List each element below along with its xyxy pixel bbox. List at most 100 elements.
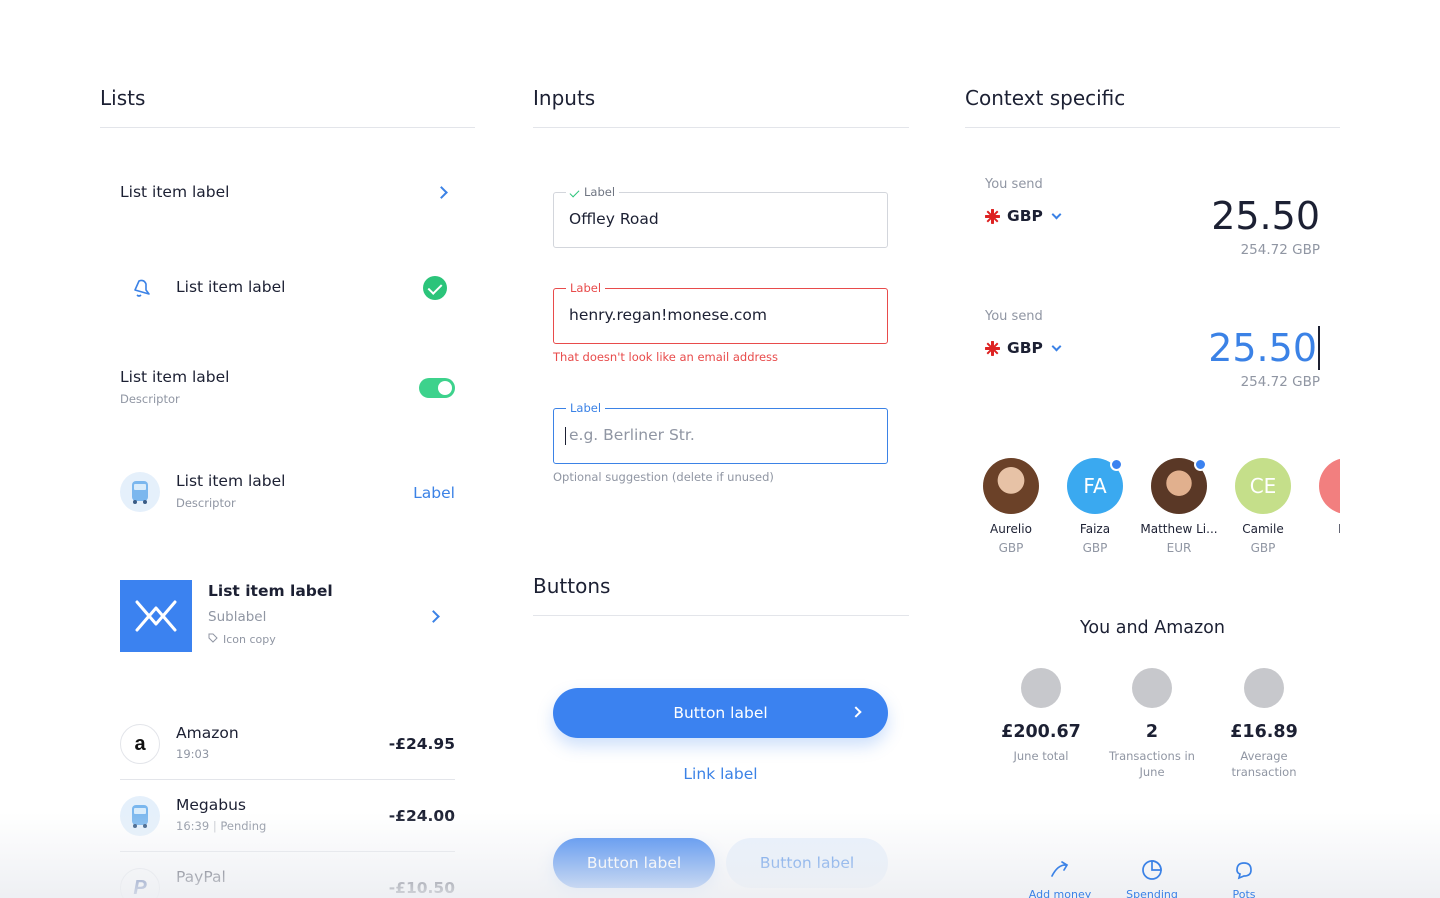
contact-item[interactable]: Aurelio GBP: [969, 458, 1053, 555]
contact-item[interactable]: CE Camile GBP: [1221, 458, 1305, 555]
contact-currency: EUR: [1166, 541, 1192, 555]
transaction-divider: [120, 851, 455, 852]
street-field[interactable]: Label e.g. Berliner Str.: [553, 401, 888, 464]
transaction-status: Pending: [220, 819, 267, 833]
transaction-amount: -£24.00: [388, 807, 455, 825]
nav-pots[interactable]: Pots: [1204, 860, 1284, 898]
contact-currency: C: [1305, 541, 1340, 555]
chevron-right-icon: [850, 706, 862, 718]
add-money-icon: [1051, 861, 1069, 877]
send-label: You send: [985, 309, 1043, 324]
list-item-label: List item label: [208, 582, 333, 600]
avatar: FA: [1067, 458, 1123, 514]
contact-name: Matthew Li...: [1140, 522, 1218, 536]
uk-flag-icon: [985, 208, 1000, 224]
list-item-action-link[interactable]: Label: [413, 484, 455, 502]
list-item-label: List item label: [120, 368, 230, 386]
list-item-rich[interactable]: List item label Sublabel Icon copy: [120, 580, 455, 652]
address-field-label: Label: [584, 185, 616, 199]
street-field-helper: Optional suggestion (delete if unused): [553, 470, 774, 484]
icon-copy-text: Icon copy: [223, 633, 276, 646]
spending-icon: [1142, 860, 1162, 880]
currency-selector[interactable]: GBP: [985, 339, 1062, 357]
street-field-label: Label: [566, 401, 606, 415]
monese-logo-icon: [120, 580, 192, 652]
buttons-title: Buttons: [533, 574, 611, 598]
list-item-checked[interactable]: List item label: [120, 276, 455, 302]
stat-average: £16.89 Average transaction: [1214, 668, 1314, 780]
transaction-amount: -£24.95: [388, 735, 455, 753]
stat-icon: [1021, 668, 1061, 708]
transaction-divider: [120, 779, 455, 780]
transaction-merchant: Megabus: [176, 796, 246, 814]
transaction-time: 19:03: [176, 747, 210, 761]
list-item-action[interactable]: List item label Descriptor Label: [120, 472, 455, 512]
bus-icon: [120, 472, 160, 512]
email-field-label: Label: [566, 281, 606, 295]
list-item-toggle[interactable]: List item label Descriptor: [120, 368, 455, 408]
stat-transactions: 2 Transactions in June: [1102, 668, 1202, 780]
list-item-descriptor: Descriptor: [120, 392, 180, 406]
contact-name: Aurelio: [990, 522, 1032, 536]
contact-name: Camile: [1242, 522, 1284, 536]
stat-value: £16.89: [1230, 722, 1298, 742]
list-item-sublabel: Sublabel: [208, 609, 267, 625]
primary-button-label: Button label: [673, 704, 768, 722]
transaction-row[interactable]: Megabus 16:39 | Pending -£24.00: [120, 796, 455, 836]
converted-amount: 254.72 GBP: [1240, 374, 1320, 390]
email-field[interactable]: Label henry.regan!monese.com: [553, 281, 888, 344]
address-field[interactable]: Label Offley Road: [553, 185, 888, 248]
contact-item[interactable]: M Mo C: [1305, 458, 1340, 555]
stat-icon: [1132, 668, 1172, 708]
primary-button[interactable]: Button label: [553, 688, 888, 738]
street-field-placeholder: e.g. Berliner Str.: [569, 426, 695, 444]
list-item-chevron[interactable]: List item label: [120, 182, 455, 204]
avatar: [983, 458, 1039, 514]
chevron-down-icon: [1051, 209, 1062, 220]
email-field-value: henry.regan!monese.com: [569, 306, 767, 324]
summary-title: You and Amazon: [1080, 618, 1225, 638]
stat-caption: Transactions in June: [1109, 749, 1195, 779]
chevron-right-icon: [427, 610, 440, 623]
send-amount-input[interactable]: 25.50: [1208, 326, 1320, 370]
nav-label: Spending: [1126, 888, 1178, 898]
pots-icon: [1236, 862, 1252, 880]
bottom-nav: Add money Spending Pots: [0, 856, 1440, 898]
chevron-right-icon: [435, 186, 448, 199]
stat-june-total: £200.67 June total: [991, 668, 1091, 764]
list-item-descriptor: Descriptor: [176, 496, 236, 510]
toggle-switch[interactable]: [419, 378, 455, 398]
send-label: You send: [985, 177, 1043, 192]
avatar: [1151, 458, 1207, 514]
stat-value: 2: [1145, 722, 1159, 742]
contact-name: Faiza: [1079, 522, 1111, 536]
nav-label: Add money: [1028, 888, 1092, 898]
bus-icon: [120, 796, 160, 836]
currency-selector[interactable]: GBP: [985, 207, 1062, 225]
context-section: Context specific You send GBP 25.50 254.…: [965, 84, 1340, 779]
nav-spending[interactable]: Spending: [1112, 858, 1192, 898]
contact-currency: GBP: [998, 541, 1024, 555]
bell-icon: [130, 276, 152, 302]
contact-item[interactable]: FA Faiza GBP: [1053, 458, 1137, 555]
transaction-merchant: Amazon: [176, 724, 239, 742]
transaction-row[interactable]: a Amazon 19:03 -£24.95: [120, 724, 455, 764]
inputs-section: Inputs Label Offley Road Label henry.reg…: [533, 84, 909, 888]
avatar: M: [1319, 458, 1340, 514]
buttons-divider: [533, 615, 909, 616]
stat-caption: Average transaction: [1231, 749, 1297, 779]
monese-badge-icon: [1194, 458, 1207, 471]
avatar: CE: [1235, 458, 1291, 514]
contact-currency: GBP: [1082, 541, 1108, 555]
uk-flag-icon: [985, 340, 1000, 356]
contact-item[interactable]: Matthew Li... EUR: [1137, 458, 1221, 555]
contact-currency: GBP: [1250, 541, 1276, 555]
stat-value: £200.67: [1001, 722, 1081, 742]
monese-badge-icon: [1110, 458, 1123, 471]
currency-code: GBP: [1007, 339, 1043, 357]
tag-icon: [208, 633, 218, 646]
list-item-label: List item label: [120, 183, 230, 201]
link-button[interactable]: Link label: [553, 765, 888, 783]
nav-add-money[interactable]: Add money: [1020, 860, 1100, 898]
amazon-logo-icon: a: [120, 724, 160, 764]
